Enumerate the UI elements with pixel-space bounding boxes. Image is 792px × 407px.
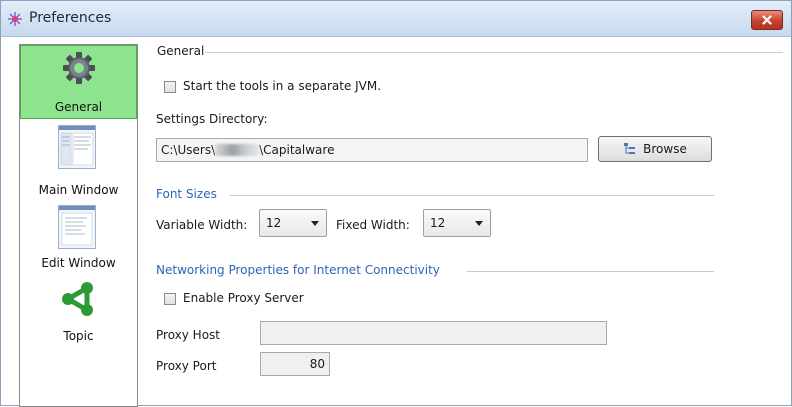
proxy-host-field[interactable] <box>260 321 607 345</box>
title-bar[interactable]: Preferences <box>1 1 791 37</box>
sidebar-item-label: General <box>54 100 103 114</box>
close-icon <box>762 15 772 25</box>
variable-width-value: 12 <box>266 216 282 230</box>
variable-width-label: Variable Width: <box>156 218 248 232</box>
sidebar-item-label: Edit Window <box>41 256 116 270</box>
app-icon <box>7 11 23 27</box>
font-sizes-section-title: Font Sizes <box>156 187 217 201</box>
settings-dir-prefix: C:\Users\ <box>161 143 216 157</box>
sidebar-item-main-window[interactable]: Main Window <box>20 121 137 199</box>
proxy-port-value: 80 <box>309 357 325 371</box>
chevron-down-icon <box>475 221 483 226</box>
separate-jvm-checkbox[interactable] <box>164 81 176 93</box>
browse-button-label: Browse <box>643 142 687 156</box>
enable-proxy-checkbox[interactable] <box>164 293 176 305</box>
sidebar-item-label: Topic <box>63 329 94 343</box>
general-settings-panel: General Start the tools in a separate JV… <box>155 37 783 405</box>
window-title: Preferences <box>29 10 112 26</box>
enable-proxy-label: Enable Proxy Server <box>183 291 304 305</box>
browse-button[interactable]: Browse <box>598 136 712 162</box>
topic-network-icon <box>60 281 96 320</box>
proxy-host-label: Proxy Host <box>156 328 221 342</box>
sidebar-item-edit-window[interactable]: Edit Window <box>20 201 137 273</box>
sidebar-item-topic[interactable]: Topic <box>20 277 137 349</box>
close-button[interactable] <box>751 10 783 30</box>
separate-jvm-label: Start the tools in a separate JVM. <box>183 79 382 93</box>
proxy-port-field[interactable]: 80 <box>260 352 330 376</box>
sidebar-item-general[interactable]: General <box>20 45 137 119</box>
fixed-width-label: Fixed Width: <box>336 218 410 232</box>
networking-section-title: Networking Properties for Internet Conne… <box>156 263 440 277</box>
section-divider <box>205 52 783 53</box>
settings-directory-field[interactable]: C:\Users\ \Capitalware <box>156 138 588 162</box>
chevron-down-icon <box>311 221 319 226</box>
settings-dir-suffix: \Capitalware <box>259 143 335 157</box>
gear-icon <box>62 51 96 88</box>
settings-directory-label: Settings Directory: <box>156 112 268 126</box>
category-sidebar: General Main Window Edit Window Topic <box>19 44 138 407</box>
general-section-title: General <box>157 44 205 58</box>
proxy-port-label: Proxy Port <box>156 359 217 373</box>
dialog-body: General Main Window Edit Window Topic Ge… <box>1 37 791 407</box>
main-window-thumbnail-icon <box>58 125 96 169</box>
edit-window-thumbnail-icon <box>58 205 96 249</box>
fixed-width-value: 12 <box>430 216 446 230</box>
redacted-username <box>215 144 260 156</box>
variable-width-select[interactable]: 12 <box>259 209 327 237</box>
preferences-window: Preferences General Main Window Edit Win… <box>0 0 792 407</box>
sidebar-item-label: Main Window <box>38 183 119 197</box>
folder-tree-icon <box>624 143 636 154</box>
section-divider <box>230 195 714 196</box>
section-divider <box>467 271 714 272</box>
fixed-width-select[interactable]: 12 <box>423 209 491 237</box>
